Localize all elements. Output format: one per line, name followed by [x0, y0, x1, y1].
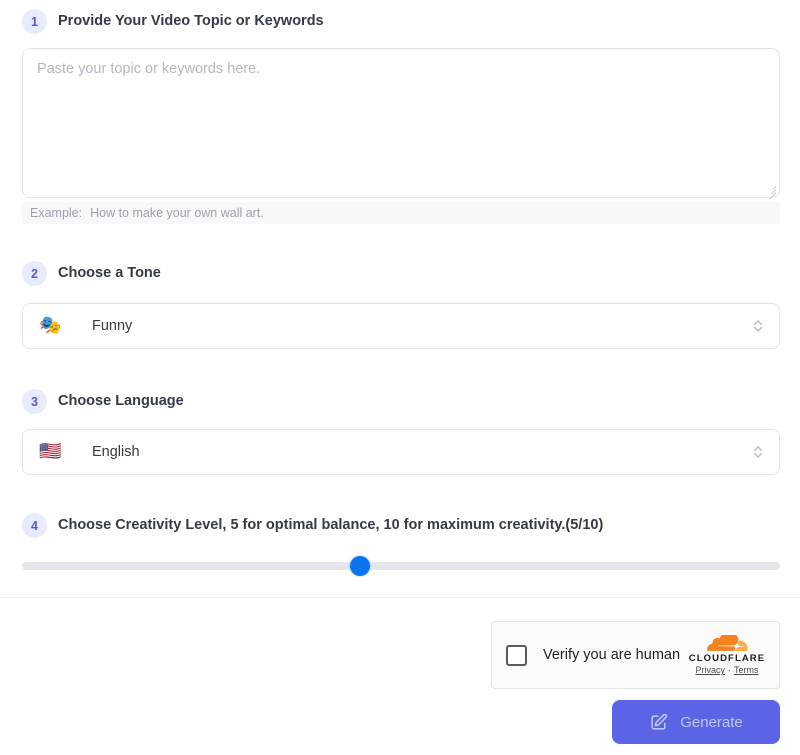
- turnstile-links: Privacy · Terms: [695, 666, 758, 675]
- edit-square-icon: [649, 713, 668, 732]
- performing-arts-emoji: 🎭: [39, 315, 62, 336]
- step-4-header: 4 Choose Creativity Level, 5 for optimal…: [22, 513, 603, 538]
- slider-thumb[interactable]: [350, 556, 371, 576]
- step-1-header: 1 Provide Your Video Topic or Keywords: [22, 9, 324, 34]
- privacy-link[interactable]: Privacy: [695, 666, 725, 675]
- step-4-title: Choose Creativity Level, 5 for optimal b…: [58, 516, 604, 533]
- link-separator: ·: [728, 665, 731, 676]
- step-2-header: 2 Choose a Tone: [22, 261, 161, 286]
- topic-input[interactable]: [22, 48, 780, 198]
- checkbox-unchecked-icon[interactable]: [506, 644, 527, 666]
- generate-button-label: Generate: [680, 713, 743, 731]
- generate-button[interactable]: Generate: [612, 700, 780, 744]
- step-1-title: Provide Your Video Topic or Keywords: [58, 12, 324, 29]
- chevron-up-down-icon: [751, 442, 765, 462]
- step-3-title: Choose Language: [58, 392, 184, 409]
- chevron-up-down-icon: [751, 316, 765, 336]
- step-2-badge: 2: [22, 261, 47, 286]
- terms-link[interactable]: Terms: [734, 666, 759, 675]
- language-select[interactable]: 🇺🇸 English: [22, 429, 780, 475]
- example-text: How to make your own wall art.: [90, 206, 264, 220]
- us-flag-emoji: 🇺🇸: [39, 441, 62, 462]
- step-4-badge: 4: [22, 513, 47, 538]
- tone-select[interactable]: 🎭 Funny: [22, 303, 780, 349]
- cloudflare-branding: CLOUDFLARE Privacy · Terms: [687, 631, 767, 676]
- step-1-badge: 1: [22, 9, 47, 34]
- step-2-title: Choose a Tone: [58, 264, 161, 281]
- verify-human-label: Verify you are human: [543, 647, 681, 663]
- example-label: Example:: [30, 206, 83, 220]
- cloudflare-turnstile-widget[interactable]: Verify you are human CLOUDFLARE Privacy …: [491, 621, 780, 689]
- section-divider: [0, 597, 800, 598]
- cloudflare-cloud-icon: [704, 631, 750, 653]
- page-root: 1 Provide Your Video Topic or Keywords E…: [0, 0, 800, 755]
- tone-selected-value: Funny: [92, 318, 133, 334]
- example-hint: Example: How to make your own wall art.: [22, 202, 780, 224]
- cloudflare-wordmark: CLOUDFLARE: [688, 652, 766, 664]
- step-3-header: 3 Choose Language: [22, 389, 184, 414]
- creativity-slider[interactable]: [22, 556, 780, 576]
- language-selected-value: English: [92, 444, 140, 460]
- step-3-badge: 3: [22, 389, 47, 414]
- slider-track[interactable]: [22, 562, 780, 570]
